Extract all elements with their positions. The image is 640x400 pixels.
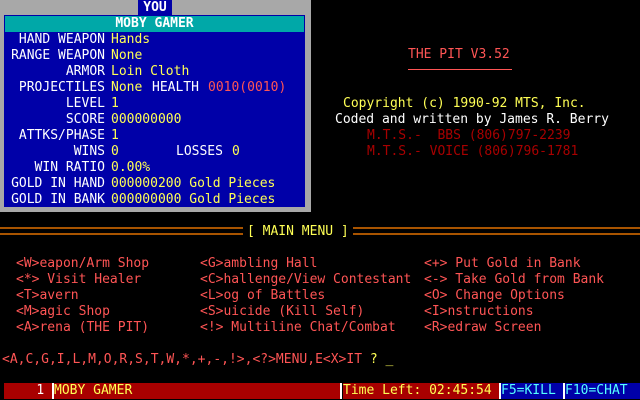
menu-item-challenge[interactable]: <C>hallenge/View Contestant [200, 272, 411, 288]
status-bar: 1 MOBY GAMER Time Left: 02:45:54 F5=KILL… [0, 383, 640, 400]
stat-value-wins: 0 [111, 144, 119, 159]
menu-item-instructions[interactable]: <I>nstructions [424, 304, 534, 320]
stat-value-level: 1 [111, 96, 119, 111]
node-number-value: 1 [36, 383, 45, 398]
f5-kill-key[interactable]: F5=KILL [501, 383, 563, 399]
player-name: MOBY GAMER [5, 16, 304, 32]
stat-value-range-weapon: None [111, 48, 143, 63]
you-panel-frame: YOU MOBY GAMER HAND WEAPON Hands RANGE W… [0, 0, 311, 212]
prompt-keys: <A,C,G,I,L,M,O,R,S,T,W,*,+,-,!>,<?>MENU,… [2, 352, 363, 367]
stat-label-score: SCORE [65, 112, 105, 127]
stat-value-attks-phase: 1 [111, 128, 119, 143]
menu-item-change-options[interactable]: <O> Change Options [424, 288, 565, 304]
stat-value-gold-in-hand: 000000200 Gold Pieces [111, 176, 276, 191]
status-user-name: MOBY GAMER [54, 383, 340, 399]
menu-item-log-battles[interactable]: <L>og of Battles [200, 288, 325, 304]
stat-label-win-ratio: WIN RATIO [34, 160, 105, 175]
menu-item-visit-healer[interactable]: <*> Visit Healer [16, 272, 141, 288]
f10-chat-key[interactable]: F10=CHAT [565, 383, 640, 399]
text-cursor[interactable]: _ [386, 352, 394, 367]
menu-item-take-gold[interactable]: <-> Take Gold from Bank [424, 272, 604, 288]
copyright-text: Copyright (c) 1990-92 MTS, Inc. [343, 96, 586, 111]
voice-phone: M.T.S.- VOICE (806)796-1781 [367, 144, 579, 159]
stat-label-losses: LOSSES [176, 144, 223, 159]
stat-label-health: HEALTH [152, 80, 199, 95]
stat-value-projectiles: None [111, 80, 143, 95]
menu-item-arena[interactable]: <A>rena (THE PIT) [16, 320, 149, 336]
stat-label-attks-phase: ATTKS/PHASE [18, 128, 105, 143]
menu-item-weapon-shop[interactable]: <W>eapon/Arm Shop [16, 256, 149, 272]
node-number: 1 [4, 383, 52, 399]
stat-value-win-ratio: 0.00% [111, 160, 151, 175]
main-menu-title: [ MAIN MENU ] [243, 224, 353, 240]
command-prompt[interactable]: <A,C,G,I,L,M,O,R,S,T,W,*,+,-,!>,<?>MENU,… [2, 352, 393, 368]
stat-label-gold-in-bank: GOLD IN BANK [11, 192, 105, 207]
stat-value-losses: 0 [232, 144, 240, 159]
stat-value-hand-weapon: Hands [111, 32, 151, 47]
menu-item-gambling-hall[interactable]: <G>ambling Hall [200, 256, 317, 272]
stat-label-range-weapon: RANGE WEAPON [11, 48, 105, 63]
prompt-question: ? [362, 352, 386, 367]
main-menu-header: [ MAIN MENU ] [0, 224, 640, 240]
stat-value-gold-in-bank: 000000000 Gold Pieces [111, 192, 276, 207]
stat-label-gold-in-hand: GOLD IN HAND [11, 176, 105, 191]
title-underline [408, 69, 512, 70]
time-left: Time Left: 02:45:54 [343, 383, 499, 399]
menu-item-tavern[interactable]: <T>avern [16, 288, 79, 304]
you-tab: YOU [138, 0, 172, 15]
menu-item-magic-shop[interactable]: <M>agic Shop [16, 304, 110, 320]
stat-label-projectiles: PROJECTILES [18, 80, 105, 95]
stat-label-level: LEVEL [65, 96, 105, 111]
stat-label-hand-weapon: HAND WEAPON [18, 32, 105, 47]
stat-value-armor: Loin Cloth [111, 64, 190, 79]
menu-item-chat-combat[interactable]: <!> Multiline Chat/Combat [200, 320, 396, 336]
you-panel: MOBY GAMER HAND WEAPON Hands RANGE WEAPO… [4, 15, 305, 207]
stat-label-armor: ARMOR [65, 64, 105, 79]
stat-value-score: 000000000 [111, 112, 182, 127]
bbs-phone: M.T.S.- BBS (806)797-2239 [367, 128, 571, 143]
game-title: THE PIT V3.52 [408, 47, 510, 62]
status-separator [340, 383, 342, 399]
stat-label-wins: WINS [73, 144, 105, 159]
menu-item-put-gold[interactable]: <+> Put Gold in Bank [424, 256, 581, 272]
menu-item-suicide[interactable]: <S>uicide (Kill Self) [200, 304, 364, 320]
menu-item-redraw-screen[interactable]: <R>edraw Screen [424, 320, 541, 336]
stat-value-health: 0010(0010) [208, 80, 287, 95]
author-credit: Coded and written by James R. Berry [335, 112, 609, 127]
